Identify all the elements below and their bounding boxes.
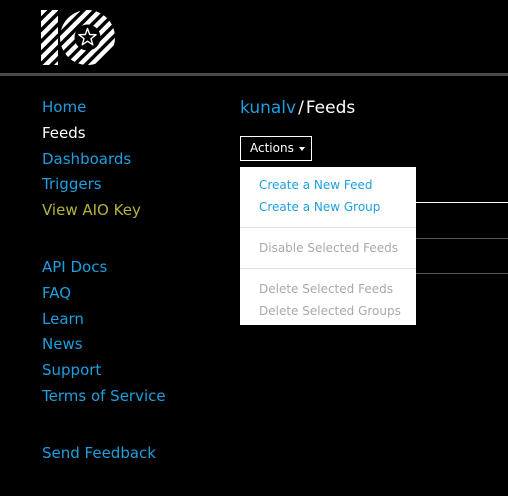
- breadcrumb: kunalv / Feeds: [240, 97, 355, 119]
- menu-divider: [240, 227, 416, 228]
- menu-item-create-feed[interactable]: Create a New Feed: [240, 174, 416, 196]
- page-title: Feeds: [305, 98, 356, 118]
- feeds-table-divider: [416, 238, 508, 239]
- header-divider: [0, 73, 508, 76]
- caret-down-icon: [298, 146, 305, 151]
- actions-dropdown-button[interactable]: Actions: [240, 136, 312, 161]
- sidebar-item-triggers[interactable]: Triggers: [42, 172, 222, 198]
- menu-divider: [240, 268, 416, 269]
- menu-item-delete-groups: Delete Selected Groups: [259, 304, 401, 318]
- sidebar-item-api-docs[interactable]: API Docs: [42, 255, 222, 281]
- sidebar-nav: Home Feeds Dashboards Triggers View AIO …: [42, 95, 222, 467]
- send-feedback-link[interactable]: Send Feedback: [42, 441, 222, 467]
- sidebar-item-support[interactable]: Support: [42, 358, 222, 384]
- feeds-table-divider: [416, 202, 508, 203]
- sidebar-item-home[interactable]: Home: [42, 95, 222, 121]
- actions-dropdown-menu: Create a New Feed Create a New Group Dis…: [240, 167, 416, 325]
- sidebar-item-feeds[interactable]: Feeds: [42, 121, 222, 147]
- sidebar-item-faq[interactable]: FAQ: [42, 281, 222, 307]
- io-logo-icon[interactable]: [41, 10, 115, 69]
- breadcrumb-separator: /: [298, 98, 304, 118]
- menu-item-delete-feeds: Delete Selected Feeds: [259, 282, 393, 296]
- sidebar-item-view-aio-key[interactable]: View AIO Key: [42, 198, 222, 224]
- breadcrumb-user-link[interactable]: kunalv: [240, 98, 296, 118]
- header: [0, 0, 508, 76]
- sidebar-item-news[interactable]: News: [42, 332, 222, 358]
- sidebar-item-terms-of-service[interactable]: Terms of Service: [42, 384, 222, 410]
- actions-button-label: Actions: [250, 141, 294, 155]
- sidebar-item-learn[interactable]: Learn: [42, 307, 222, 333]
- feeds-table-divider: [416, 273, 508, 274]
- sidebar-item-dashboards[interactable]: Dashboards: [42, 147, 222, 173]
- menu-item-disable-feeds: Disable Selected Feeds: [259, 241, 399, 255]
- menu-item-create-group[interactable]: Create a New Group: [240, 196, 416, 218]
